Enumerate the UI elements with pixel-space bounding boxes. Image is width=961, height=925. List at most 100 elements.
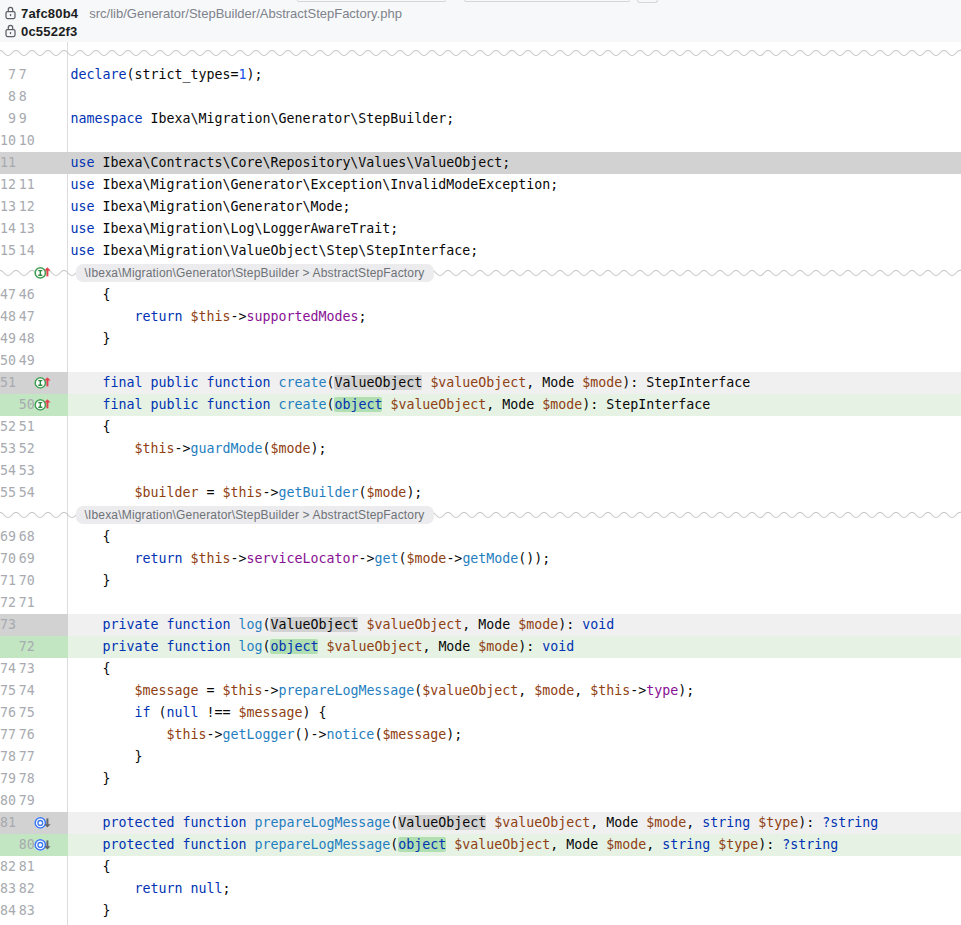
code-token: $mode (406, 551, 446, 566)
code-line[interactable]: } (71, 570, 111, 592)
diff-code-row[interactable]: 5554 $builder = $this->getBuilder($mode)… (0, 482, 961, 504)
diff-code-row[interactable]: 7877 } (0, 746, 961, 768)
code-line[interactable]: $this->guardMode($mode); (71, 438, 327, 460)
code-line[interactable]: return $this->serviceLocator->get($mode-… (71, 548, 551, 570)
diff-code-row[interactable]: 7473 { (0, 658, 961, 680)
diff-code-row[interactable]: 72 private function log(object $valueObj… (0, 636, 961, 658)
code-line[interactable]: private function log(object $valueObject… (71, 636, 575, 658)
code-token: private (102, 639, 158, 654)
code-token: !== (198, 705, 238, 720)
implements-method-gutter-icon[interactable] (33, 263, 53, 281)
diff-code-row[interactable]: 73 private function log(ValueObject $val… (0, 614, 961, 636)
diff-code-row[interactable]: 1413use Ibexa\Migration\Log\LoggerAwareT… (0, 218, 961, 240)
diff-code-row[interactable]: 7978 } (0, 768, 961, 790)
code-token: use (71, 221, 95, 236)
collapsed-region-context-label[interactable]: \Ibexa\Migration\Generator\StepBuilder >… (76, 264, 434, 282)
diff-code-row[interactable]: 8281 { (0, 856, 961, 878)
code-line[interactable]: } (71, 768, 111, 790)
code-line[interactable]: protected function prepareLogMessage(Val… (71, 812, 879, 834)
diff-code-row[interactable]: 7776 $this->getLogger()->notice($message… (0, 724, 961, 746)
code-line[interactable]: final public function create(object $val… (71, 394, 711, 416)
code-line[interactable]: protected function prepareLogMessage(obj… (71, 834, 839, 856)
code-line[interactable]: } (71, 328, 111, 350)
code-line[interactable]: } (71, 900, 111, 922)
collapsed-region-context-label[interactable]: \Ibexa\Migration\Generator\StepBuilder >… (76, 506, 434, 524)
code-line[interactable]: return $this->supportedModes; (71, 306, 367, 328)
code-line[interactable]: final public function create(ValueObject… (71, 372, 751, 394)
diff-code-row[interactable]: 7170 } (0, 570, 961, 592)
diff-code-row[interactable]: 1211use Ibexa\Migration\Generator\Except… (0, 174, 961, 196)
implements-method-gutter-icon[interactable] (33, 395, 53, 413)
code-line[interactable]: use Ibexa\Migration\Generator\Mode; (71, 196, 351, 218)
code-line[interactable]: private function log(ValueObject $valueO… (71, 614, 615, 636)
code-token: if (134, 705, 150, 720)
file-path: src/lib/Generator/StepBuilder/AbstractSt… (89, 6, 402, 21)
code-line[interactable]: { (71, 856, 111, 878)
code-line[interactable]: declare(strict_types=1); (71, 64, 263, 86)
code-line[interactable]: if (null !== $message) { (71, 702, 327, 724)
diff-code-row[interactable]: 88 (0, 86, 961, 108)
implements-method-gutter-icon[interactable] (33, 373, 53, 391)
diff-code-row[interactable]: 7069 return $this->serviceLocator->get($… (0, 548, 961, 570)
diff-code-row[interactable]: 7574 $message = $this->prepareLogMessage… (0, 680, 961, 702)
code-token: Mode (606, 815, 638, 830)
overridden-method-gutter-icon[interactable] (33, 835, 53, 853)
code-line[interactable]: { (71, 658, 111, 680)
code-token: $valueObject (454, 837, 550, 852)
diff-code-row[interactable]: 4948 } (0, 328, 961, 350)
diff-code-row[interactable]: 6968 { (0, 526, 961, 548)
diff-code-row[interactable]: 11 use Ibexa\Contracts\Core\Repository\Va… (0, 152, 961, 174)
commit-row-2: 0c5522f3 (0, 22, 78, 40)
diff-code-row[interactable]: 5049 (0, 350, 961, 372)
old-line-number: 11 (0, 152, 16, 174)
diff-code-row[interactable]: 5352 $this->guardMode($mode); (0, 438, 961, 460)
diff-code-row[interactable]: 7675 if (null !== $message) { (0, 702, 961, 724)
code-line[interactable]: use Ibexa\Migration\Log\LoggerAwareTrait… (71, 218, 399, 240)
code-token: , (686, 815, 702, 830)
diff-code-row[interactable]: 8382 return null; (0, 878, 961, 900)
diff-code-row[interactable]: 77declare(strict_types=1); (0, 64, 961, 86)
diff-code-row[interactable]: 4746 { (0, 284, 961, 306)
code-line[interactable]: use Ibexa\Migration\ValueObject\Step\Ste… (71, 240, 479, 262)
code-line[interactable]: $this->getLogger()->notice($message); (71, 724, 463, 746)
diff-code-row[interactable]: 1010 (0, 130, 961, 152)
old-line-number: 52 (0, 416, 16, 438)
diff-block-separator[interactable] (0, 42, 961, 64)
diff-code-row[interactable]: 8079 (0, 790, 961, 812)
diff-code-row[interactable]: 7271 (0, 592, 961, 614)
collapsed-region-separator[interactable]: \Ibexa\Migration\Generator\StepBuilder >… (0, 262, 961, 284)
code-line[interactable]: } (71, 746, 143, 768)
diff-code-row[interactable]: 5251 { (0, 416, 961, 438)
code-line[interactable]: use Ibexa\Migration\Generator\Exception\… (71, 174, 559, 196)
diff-code-row[interactable]: 50 final public function create(object $… (0, 394, 961, 416)
code-token: return (134, 309, 182, 324)
diff-code-row[interactable]: 81 protected function prepareLogMessage(… (0, 812, 961, 834)
code-token: $this (190, 551, 230, 566)
diff-code-row[interactable]: 1514use Ibexa\Migration\ValueObject\Step… (0, 240, 961, 262)
code-token: { (71, 419, 111, 434)
code-token (71, 551, 135, 566)
diff-code-row[interactable]: 8483 } (0, 900, 961, 922)
diff-code-row[interactable]: 51 final public function create(ValueObj… (0, 372, 961, 394)
code-line[interactable]: $message = $this->prepareLogMessage($val… (71, 680, 695, 702)
diff-code-row[interactable]: 4847 return $this->supportedModes; (0, 306, 961, 328)
code-token: StepInterface (646, 375, 750, 390)
diff-editor[interactable]: 77declare(strict_types=1);8899namespace … (0, 42, 961, 925)
overridden-method-gutter-icon[interactable] (33, 813, 53, 831)
diff-code-row[interactable]: 99namespace Ibexa\Migration\Generator\St… (0, 108, 961, 130)
diff-code-row[interactable]: 80 protected function prepareLogMessage(… (0, 834, 961, 856)
code-token: use (71, 199, 95, 214)
code-line[interactable]: namespace Ibexa\Migration\Generator\Step… (71, 108, 455, 130)
code-token: ValueObject (334, 375, 422, 390)
diff-code-row[interactable]: 5453 (0, 460, 961, 482)
code-token: ValueObject (398, 815, 486, 830)
code-line[interactable]: { (71, 284, 111, 306)
code-line[interactable]: return null; (71, 878, 231, 900)
code-line[interactable]: { (71, 526, 111, 548)
collapsed-region-separator[interactable]: \Ibexa\Migration\Generator\StepBuilder >… (0, 504, 961, 526)
code-line[interactable]: { (71, 416, 111, 438)
code-line[interactable]: $builder = $this->getBuilder($mode); (71, 482, 423, 504)
new-line-number: 83 (19, 900, 35, 922)
code-line[interactable]: use Ibexa\Contracts\Core\Repository\Valu… (71, 152, 511, 174)
diff-code-row[interactable]: 1312use Ibexa\Migration\Generator\Mode; (0, 196, 961, 218)
